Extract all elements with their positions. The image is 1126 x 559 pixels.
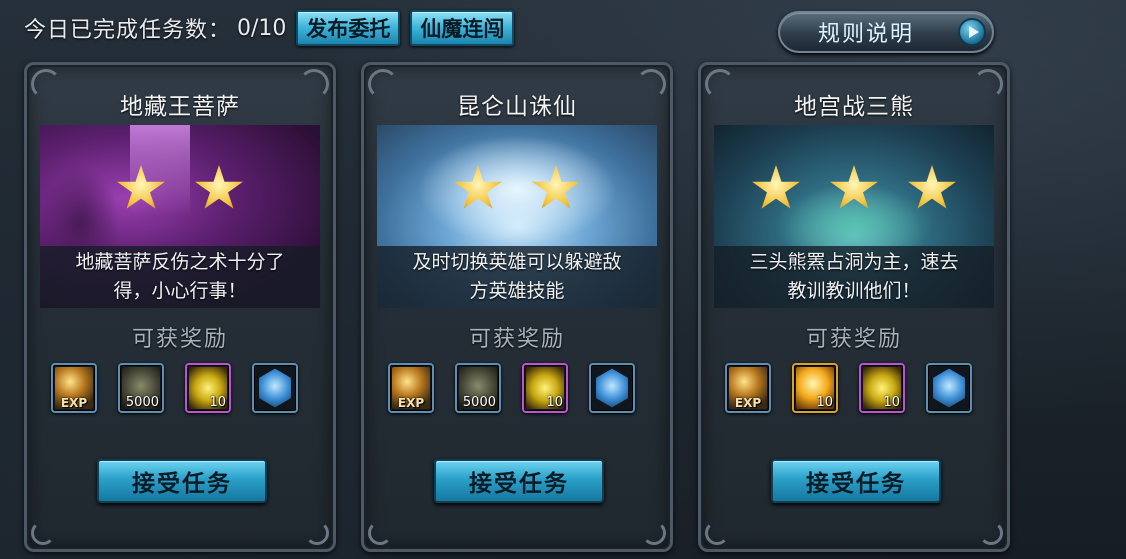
accept-quest-button[interactable]: 接受任务 (97, 459, 267, 503)
reward-count: 10 (209, 395, 226, 410)
reward-item-bag[interactable]: 5000 (455, 363, 501, 413)
reward-items: EXP 5000 10 (51, 363, 298, 413)
reward-title: 可获奖励 (131, 327, 228, 352)
quest-description-line: 教训教训他们！ (787, 280, 921, 302)
star-icon (830, 165, 878, 209)
shield-icon (259, 368, 291, 408)
quest-description: 及时切换英雄可以躲避敌 方英雄技能 (377, 246, 657, 308)
game-screen: 今日已完成任务数： 0/10 发布委托 仙魔连闯 规则说明 地藏王菩萨 地藏菩萨… (0, 0, 1126, 559)
quest-description: 地藏菩萨反伤之术十分了 得，小心行事！ (40, 246, 320, 308)
quest-description-line: 得，小心行事！ (113, 280, 247, 302)
reward-item-orb[interactable]: 10 (792, 363, 838, 413)
reward-label: EXP (60, 396, 88, 410)
reward-label: EXP (734, 396, 762, 410)
corner-ornament (305, 521, 329, 545)
star-icon (117, 165, 165, 209)
top-bar: 今日已完成任务数： 0/10 发布委托 仙魔连闯 (24, 10, 515, 46)
reward-item-crystal[interactable]: 10 (185, 363, 231, 413)
quest-description-line: 及时切换英雄可以躲避敌 (412, 251, 622, 273)
corner-ornament (31, 521, 55, 545)
shield-icon (596, 368, 628, 408)
reward-count: 5000 (125, 395, 159, 410)
accept-quest-button[interactable]: 接受任务 (771, 459, 941, 503)
quest-title: 地藏王菩萨 (120, 94, 240, 120)
difficulty-stars (377, 165, 657, 213)
reward-items: EXP 5000 10 (388, 363, 635, 413)
reward-item-shield[interactable] (589, 363, 635, 413)
corner-ornament (368, 521, 392, 545)
quest-card-3: 地宫战三熊 三头熊罴占洞为主，速去 教训教训他们！ 可获奖励 EXP 10 10… (698, 62, 1010, 552)
star-icon (532, 165, 580, 209)
rules-button[interactable]: 规则说明 (778, 11, 994, 53)
quest-description-line: 方英雄技能 (469, 280, 565, 302)
quest-title: 地宫战三熊 (794, 94, 914, 120)
reward-count: 10 (546, 395, 563, 410)
reward-item-exp[interactable]: EXP (51, 363, 97, 413)
reward-count: 10 (816, 395, 833, 410)
difficulty-stars (714, 165, 994, 213)
reward-item-exp[interactable]: EXP (725, 363, 771, 413)
shield-icon (933, 368, 965, 408)
rules-button-label: 规则说明 (818, 22, 915, 47)
reward-label: EXP (397, 396, 425, 410)
completed-label: 今日已完成任务数： (24, 18, 232, 43)
reward-title: 可获奖励 (805, 327, 902, 352)
star-icon (195, 165, 243, 209)
star-icon (454, 165, 502, 209)
quest-card-2: 昆仑山诛仙 及时切换英雄可以躲避敌 方英雄技能 可获奖励 EXP 5000 10… (361, 62, 673, 552)
publish-commission-button[interactable]: 发布委托 (296, 10, 401, 46)
completed-count: 0/10 (237, 15, 287, 41)
reward-title: 可获奖励 (468, 327, 565, 352)
star-icon (752, 165, 800, 209)
corner-ornament (705, 521, 729, 545)
quest-title: 昆仑山诛仙 (457, 94, 577, 120)
quest-description-line: 三头熊罴占洞为主，速去 (749, 251, 959, 273)
reward-items: EXP 10 10 (725, 363, 972, 413)
quest-card-1: 地藏王菩萨 地藏菩萨反伤之术十分了 得，小心行事！ 可获奖励 EXP 5000 (24, 62, 336, 552)
reward-item-shield[interactable] (926, 363, 972, 413)
reward-item-crystal[interactable]: 10 (522, 363, 568, 413)
reward-item-bag[interactable]: 5000 (118, 363, 164, 413)
reward-count: 10 (883, 395, 900, 410)
play-arrow-icon (958, 18, 986, 46)
immortal-demon-challenge-button[interactable]: 仙魔连闯 (410, 10, 515, 46)
accept-quest-button[interactable]: 接受任务 (434, 459, 604, 503)
quest-scene-image: 地藏菩萨反伤之术十分了 得，小心行事！ (40, 125, 320, 308)
quest-description-line: 地藏菩萨反伤之术十分了 (75, 251, 285, 273)
star-icon (908, 165, 956, 209)
corner-ornament (979, 521, 1003, 545)
corner-ornament (642, 521, 666, 545)
difficulty-stars (40, 165, 320, 213)
quest-scene-image: 三头熊罴占洞为主，速去 教训教训他们！ (714, 125, 994, 308)
reward-count: 5000 (462, 395, 496, 410)
quest-description: 三头熊罴占洞为主，速去 教训教训他们！ (714, 246, 994, 308)
reward-item-exp[interactable]: EXP (388, 363, 434, 413)
reward-item-shield[interactable] (252, 363, 298, 413)
reward-item-crystal[interactable]: 10 (859, 363, 905, 413)
quest-scene-image: 及时切换英雄可以躲避敌 方英雄技能 (377, 125, 657, 308)
